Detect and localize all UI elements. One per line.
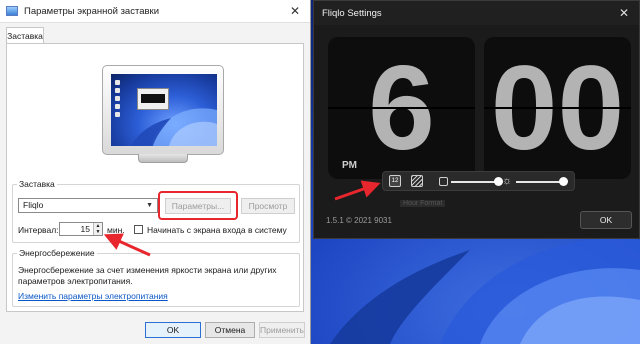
hour-format-icon[interactable]: 12 xyxy=(389,175,401,187)
preview-fliqlo-window xyxy=(141,94,165,103)
screensaver-app-icon xyxy=(6,6,18,16)
apply-button[interactable]: Применить xyxy=(259,322,305,338)
fliqlo-title: Fliqlo Settings xyxy=(322,7,382,19)
hour-format-tooltip: Hour Format xyxy=(400,200,446,207)
preview-button[interactable]: Просмотр xyxy=(241,198,295,214)
interval-spinner[interactable]: 15 ▲ ▼ xyxy=(59,222,103,236)
fliqlo-settings-window: Fliqlo Settings ✕ 6 PM 00 12 ☼ Hour Form… xyxy=(313,0,640,239)
spinner-down-icon[interactable]: ▼ xyxy=(93,229,102,235)
power-settings-link[interactable]: Изменить параметры электропитания xyxy=(18,291,168,301)
cancel-button[interactable]: Отмена xyxy=(205,322,255,338)
logon-checkbox-label: Начинать с экрана входа в систему xyxy=(147,225,287,235)
brightness-icon: ☼ xyxy=(502,175,513,187)
monitor-bezel xyxy=(102,65,224,155)
interval-value: 15 xyxy=(80,224,90,234)
dropdown-chevron-icon: ▼ xyxy=(146,202,153,209)
monitor-preview xyxy=(102,65,224,165)
monitor-stand xyxy=(138,154,188,163)
highlight-box xyxy=(158,191,238,220)
hours-flip-card: 6 PM xyxy=(328,37,475,179)
interval-unit: мин. xyxy=(107,225,125,235)
size-slider[interactable] xyxy=(451,177,503,186)
fliqlo-toolbar: 12 ☼ xyxy=(382,171,575,191)
version-text: 1.5.1 © 2021 9031 xyxy=(326,216,392,225)
close-icon[interactable]: ✕ xyxy=(609,6,639,20)
tab-panel: Заставка Fliqlo ▼ Параметры... Просмотр … xyxy=(6,43,304,312)
dialog-titlebar: Параметры экранной заставки ✕ xyxy=(0,0,310,23)
brightness-slider[interactable] xyxy=(516,177,568,186)
tab-screensaver[interactable]: Заставка xyxy=(6,27,44,44)
flip-split-line xyxy=(484,107,631,109)
close-icon[interactable]: ✕ xyxy=(280,4,310,18)
dialog-title: Параметры экранной заставки xyxy=(24,5,159,17)
monitor-screen xyxy=(111,74,217,146)
brightness-slider-knob[interactable] xyxy=(559,177,568,186)
fliqlo-titlebar: Fliqlo Settings ✕ xyxy=(314,1,639,25)
power-description: Энергосбережение за счет изменения яркос… xyxy=(18,265,277,286)
fliqlo-ok-button[interactable]: OK xyxy=(580,211,632,229)
ampm-indicator: PM xyxy=(342,160,357,171)
preview-wallpaper xyxy=(131,108,217,146)
interval-label: Интервал: xyxy=(18,225,59,235)
flip-split-line xyxy=(328,107,475,109)
screensaver-select[interactable]: Fliqlo ▼ xyxy=(18,198,158,213)
logon-checkbox[interactable] xyxy=(134,225,143,234)
screensaver-select-value: Fliqlo xyxy=(23,200,44,210)
ok-button[interactable]: OK xyxy=(145,322,201,338)
background-toggle-icon[interactable] xyxy=(411,175,423,187)
size-icon xyxy=(439,177,448,186)
screensaver-group-legend: Заставка xyxy=(19,179,55,189)
power-group-legend: Энергосбережение xyxy=(19,248,95,258)
minutes-flip-card: 00 xyxy=(484,37,631,179)
screensaver-settings-dialog: Параметры экранной заставки ✕ Заставка З… xyxy=(0,0,311,344)
